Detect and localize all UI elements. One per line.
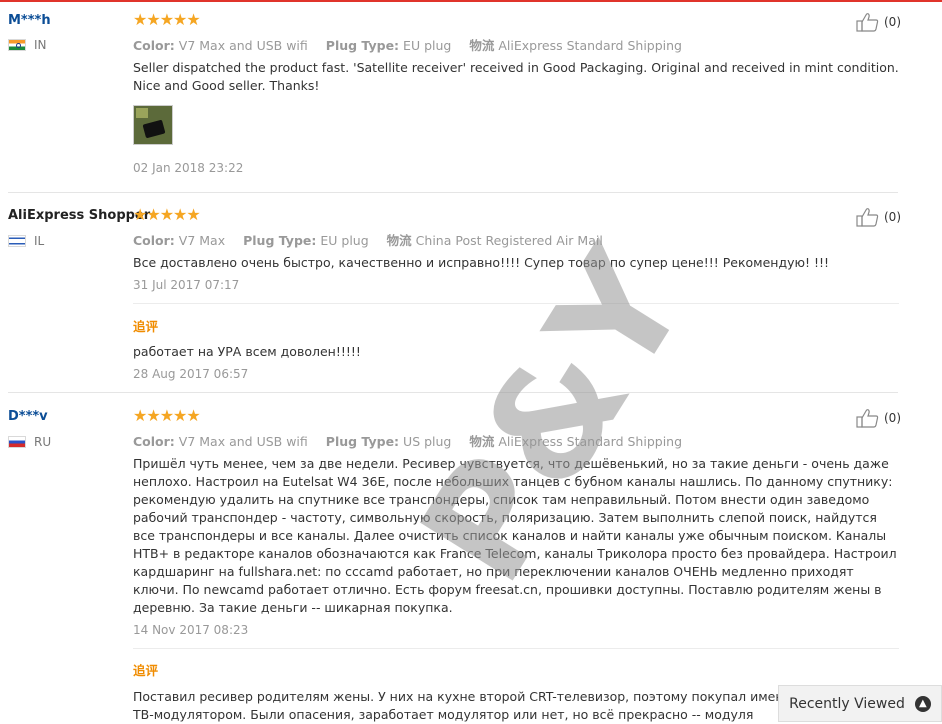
- plug-value: EU plug: [320, 233, 369, 248]
- plug-label: Plug Type:: [325, 38, 400, 53]
- helpful-count: (0): [884, 411, 901, 425]
- reviewer-name[interactable]: M***h: [8, 13, 51, 28]
- plug-value: EU plug: [403, 38, 452, 53]
- thumbs-up-icon: [856, 409, 879, 428]
- reviewer-name: AliExpress Shopper: [8, 208, 151, 223]
- reviewer-country: IN: [8, 38, 47, 52]
- shipping-label: 物流: [386, 233, 412, 248]
- review-date: 14 Nov 2017 08:23: [133, 623, 249, 637]
- top-accent-line: [0, 0, 942, 2]
- color-label: Color:: [133, 38, 175, 53]
- color-value: V7 Max: [178, 233, 226, 248]
- reviewer-country: RU: [8, 435, 51, 449]
- thumbs-up-icon: [856, 13, 879, 32]
- review-photo-thumbnail[interactable]: [133, 105, 173, 145]
- recently-viewed-button[interactable]: Recently Viewed ▲: [778, 685, 942, 722]
- review-text: Seller dispatched the product fast. 'Sat…: [133, 60, 899, 93]
- color-value: V7 Max and USB wifi: [178, 38, 308, 53]
- plug-value: US plug: [403, 434, 452, 449]
- helpful-button[interactable]: (0): [856, 408, 901, 428]
- product-attributes: Color: V7 Max and USB wifi Plug Type: US p…: [133, 431, 696, 450]
- product-attributes: Color: V7 Max Plug Type: EU plug 物流 China P…: [133, 230, 617, 249]
- chevron-up-icon: ▲: [914, 695, 931, 712]
- flag-icon-russia: [8, 436, 26, 448]
- plug-label: Plug Type:: [243, 233, 317, 248]
- followup-label: 追评: [133, 663, 159, 678]
- star-rating: ★★★★★: [133, 406, 201, 425]
- color-label: Color:: [133, 434, 175, 449]
- reviewer-name[interactable]: D***v: [8, 409, 48, 424]
- shipping-value: China Post Registered Air Mail: [415, 233, 603, 248]
- followup-label: 追评: [133, 319, 159, 334]
- review-text: Все доставлено очень быстро, качественно…: [133, 255, 830, 270]
- color-value: V7 Max and USB wifi: [178, 434, 308, 449]
- flag-icon-india: [8, 39, 26, 51]
- recently-viewed-label: Recently Viewed: [789, 695, 905, 712]
- plug-label: Plug Type:: [325, 434, 400, 449]
- followup-divider: [133, 648, 899, 649]
- country-code: RU: [34, 435, 52, 449]
- review-text: Пришёл чуть менее, чем за две недели. Ре…: [133, 456, 897, 615]
- review-divider: [8, 192, 898, 193]
- review-divider: [8, 392, 898, 393]
- helpful-count: (0): [884, 15, 901, 29]
- followup-date: 28 Aug 2017 06:57: [133, 367, 249, 381]
- star-rating: ★★★★★: [133, 10, 201, 29]
- color-label: Color:: [133, 233, 175, 248]
- shipping-value: AliExpress Standard Shipping: [498, 38, 682, 53]
- country-code: IL: [34, 234, 45, 248]
- star-rating: ★★★★★: [133, 205, 201, 224]
- shipping-label: 物流: [469, 434, 495, 449]
- followup-divider: [133, 303, 899, 304]
- helpful-button[interactable]: (0): [856, 12, 901, 32]
- reviewer-country: IL: [8, 234, 44, 248]
- shipping-label: 物流: [469, 38, 495, 53]
- product-attributes: Color: V7 Max and USB wifi Plug Type: EU p…: [133, 35, 696, 54]
- shipping-value: AliExpress Standard Shipping: [498, 434, 683, 449]
- review-date: 31 Jul 2017 07:17: [133, 278, 240, 292]
- flag-icon-israel: [8, 235, 26, 247]
- country-code: IN: [34, 38, 47, 52]
- review-date: 02 Jan 2018 23:22: [133, 161, 244, 175]
- helpful-button[interactable]: (0): [856, 207, 901, 227]
- followup-text: работает на УРА всем доволен!!!!!: [133, 344, 361, 359]
- helpful-count: (0): [884, 210, 901, 224]
- thumbs-up-icon: [856, 208, 879, 227]
